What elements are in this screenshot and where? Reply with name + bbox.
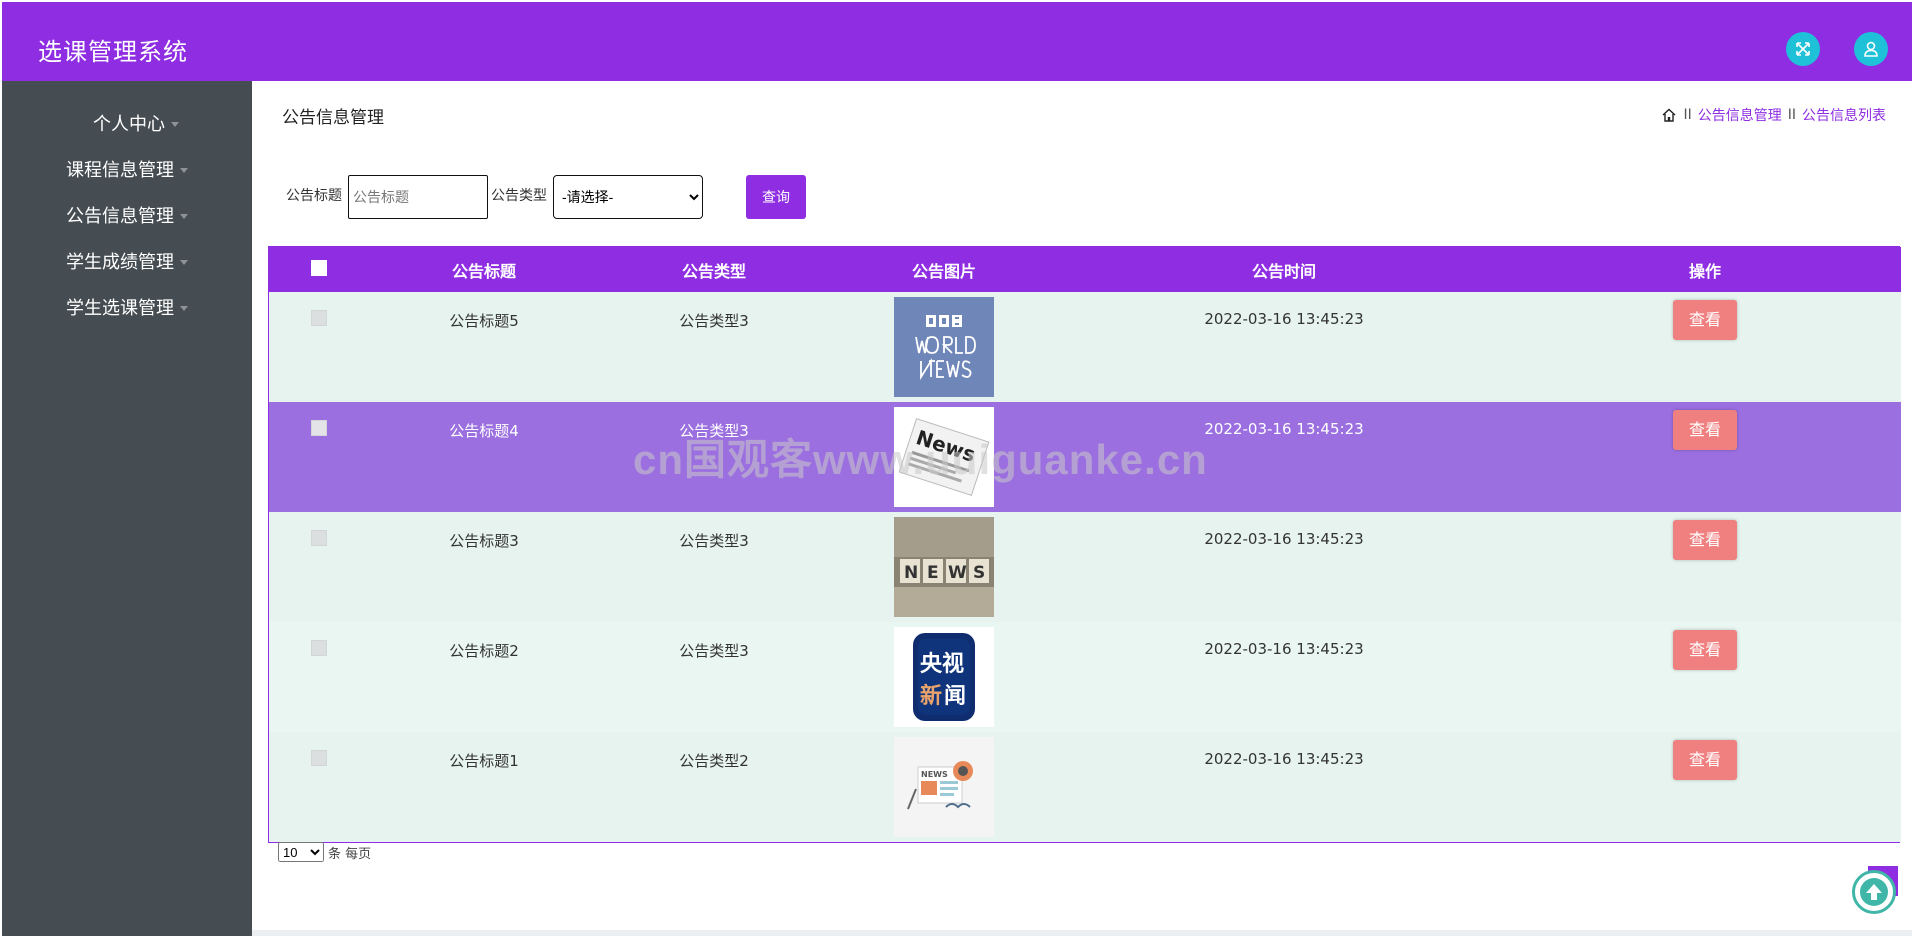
header-type: 公告类型 <box>681 261 746 281</box>
cell-type: 公告类型2 <box>679 752 749 770</box>
news-paper-image: News <box>894 407 994 507</box>
type-select[interactable]: -请选择- <box>553 175 703 219</box>
pagination: 10 条 每页 <box>278 842 371 862</box>
cell-title: 公告标题3 <box>449 532 519 550</box>
header-select-all <box>269 247 369 292</box>
page-title: 公告信息管理 <box>282 108 384 128</box>
breadcrumb-separator: II <box>1787 107 1796 123</box>
row-checkbox[interactable] <box>311 420 327 436</box>
cell-type: 公告类型3 <box>679 312 749 330</box>
sidebar: 个人中心 课程信息管理 公告信息管理 学生成绩管理 学生选课管理 <box>2 81 252 936</box>
header-time: 公告时间 <box>1251 261 1316 281</box>
select-all-checkbox[interactable] <box>311 259 327 276</box>
cell-type: 公告类型3 <box>679 422 749 440</box>
news-blocks-image: N E W S <box>894 517 994 617</box>
header-image: 公告图片 <box>911 261 976 281</box>
header-action: 操作 <box>1688 261 1721 281</box>
cell-title: 公告标题4 <box>449 422 519 440</box>
fullscreen-button[interactable] <box>1786 32 1820 66</box>
sidebar-item-course-info[interactable]: 课程信息管理 <box>2 149 252 189</box>
cell-title: 公告标题1 <box>449 752 519 770</box>
breadcrumb-separator: II <box>1683 107 1692 123</box>
view-button[interactable]: 查看 <box>1673 740 1737 780</box>
top-header: 选课管理系统 <box>2 2 1912 81</box>
table-row: 公告标题1 公告类型2 NEWS 2022-03-16 13:45:23 查看 <box>269 732 1901 842</box>
sidebar-item-label: 个人中心 <box>93 114 165 135</box>
page-size-suffix: 条 每页 <box>328 846 372 862</box>
row-checkbox[interactable] <box>311 750 327 766</box>
breadcrumb: II 公告信息管理 II 公告信息列表 <box>1661 105 1886 125</box>
breadcrumb-notice-list[interactable]: 公告信息列表 <box>1802 105 1886 125</box>
view-button[interactable]: 查看 <box>1673 300 1737 340</box>
cell-time: 2022-03-16 13:45:23 <box>1204 640 1364 658</box>
page-size-select[interactable]: 10 <box>278 842 324 862</box>
app-title: 选课管理系统 <box>38 38 188 66</box>
svg-text:S: S <box>973 563 985 583</box>
caret-down-icon <box>180 306 188 311</box>
cell-time: 2022-03-16 13:45:23 <box>1204 530 1364 548</box>
expand-icon <box>1796 42 1810 56</box>
sidebar-item-student-grades[interactable]: 学生成绩管理 <box>2 241 252 281</box>
caret-down-icon <box>171 122 179 127</box>
bbc-world-news-image <box>894 297 994 397</box>
search-form: 公告标题 公告类型 -请选择- 查询 <box>286 175 806 219</box>
table-row: 公告标题3 公告类型3 N E W S 2022-03-16 13:45:23 … <box>269 512 1901 622</box>
cell-title: 公告标题2 <box>449 642 519 660</box>
row-checkbox[interactable] <box>311 530 327 546</box>
svg-text:新: 新 <box>920 683 942 709</box>
user-button[interactable] <box>1854 32 1888 66</box>
breadcrumb-notice-management[interactable]: 公告信息管理 <box>1698 105 1782 125</box>
home-icon[interactable] <box>1661 107 1677 123</box>
cctv-news-image: 央视 新 闻 <box>894 627 994 727</box>
title-filter-label: 公告标题 <box>286 188 342 204</box>
caret-down-icon <box>180 214 188 219</box>
sidebar-item-course-selection[interactable]: 学生选课管理 <box>2 287 252 327</box>
bottom-divider <box>252 930 1912 936</box>
row-checkbox[interactable] <box>311 640 327 656</box>
cell-time: 2022-03-16 13:45:23 <box>1204 420 1364 438</box>
notice-table: 公告标题 公告类型 公告图片 公告时间 操作 公告标题5 公告类型3 2022-… <box>268 246 1901 843</box>
cell-title: 公告标题5 <box>449 312 519 330</box>
sidebar-item-notice-info[interactable]: 公告信息管理 <box>2 195 252 235</box>
news-illustration-image: NEWS <box>894 737 994 837</box>
table-row: 公告标题2 公告类型3 央视 新 闻 2022-03-16 13:45:23 查… <box>269 622 1901 732</box>
sidebar-item-label: 课程信息管理 <box>66 160 174 181</box>
cell-time: 2022-03-16 13:45:23 <box>1204 750 1364 768</box>
sidebar-item-label: 学生成绩管理 <box>66 252 174 273</box>
view-button[interactable]: 查看 <box>1673 410 1737 450</box>
svg-text:NEWS: NEWS <box>921 770 948 779</box>
title-search-input[interactable] <box>348 175 488 219</box>
svg-text:央视: 央视 <box>920 651 964 677</box>
table-header-row: 公告标题 公告类型 公告图片 公告时间 操作 <box>269 247 1901 292</box>
row-checkbox[interactable] <box>311 310 327 326</box>
back-to-top-button[interactable] <box>1852 870 1896 914</box>
svg-text:E: E <box>927 563 939 583</box>
arrow-up-icon <box>1860 878 1888 906</box>
cell-type: 公告类型3 <box>679 642 749 660</box>
svg-text:闻: 闻 <box>944 684 966 709</box>
view-button[interactable]: 查看 <box>1673 520 1737 560</box>
svg-text:W: W <box>948 563 967 583</box>
view-button[interactable]: 查看 <box>1673 630 1737 670</box>
caret-down-icon <box>180 260 188 265</box>
header-title: 公告标题 <box>451 261 516 281</box>
sidebar-item-personal-center[interactable]: 个人中心 <box>2 103 252 143</box>
table-row: 公告标题4 公告类型3 News 2022-03-16 13:45:23 查看 <box>269 402 1901 512</box>
sidebar-item-label: 学生选课管理 <box>66 298 174 319</box>
sidebar-item-label: 公告信息管理 <box>66 206 174 227</box>
query-button[interactable]: 查询 <box>746 175 806 219</box>
table-row: 公告标题5 公告类型3 2022-03-16 13:45:23 查看 <box>269 292 1901 402</box>
main-content: 公告信息管理 II 公告信息管理 II 公告信息列表 公告标题 公告类型 -请选… <box>252 81 1912 936</box>
user-icon <box>1864 41 1878 57</box>
cell-time: 2022-03-16 13:45:23 <box>1204 310 1364 328</box>
cell-type: 公告类型3 <box>679 532 749 550</box>
type-filter-label: 公告类型 <box>491 188 547 204</box>
caret-down-icon <box>180 168 188 173</box>
svg-text:N: N <box>904 563 918 583</box>
